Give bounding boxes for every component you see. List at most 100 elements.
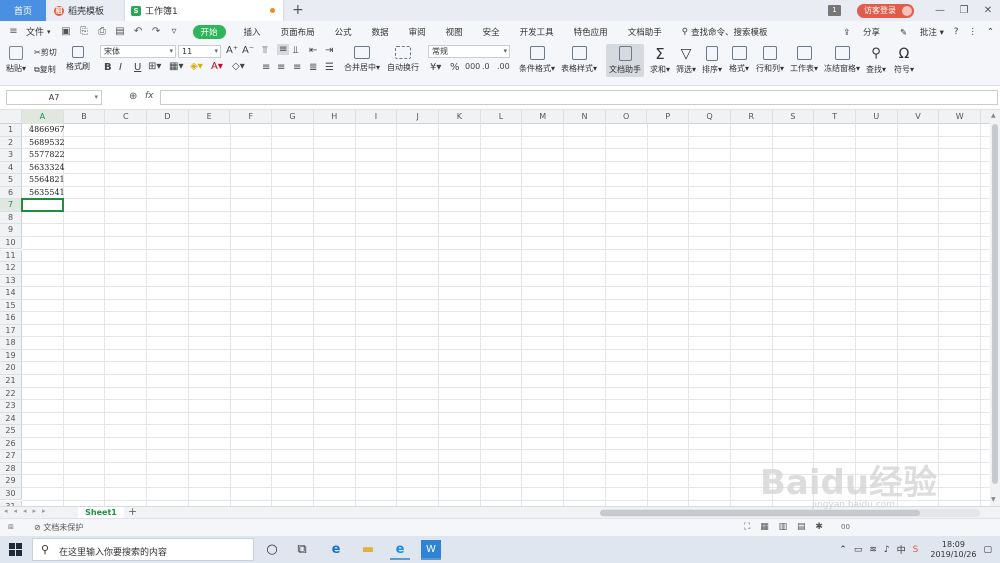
indent-increase-icon[interactable]: ⇥ — [325, 45, 333, 56]
horizontal-scroll-thumb[interactable] — [600, 510, 920, 516]
print-preview-icon[interactable]: ▤ — [115, 26, 126, 37]
decrease-decimal-icon[interactable]: .00 — [497, 62, 510, 71]
font-color-icon[interactable]: A▾ — [211, 61, 223, 72]
column-header-j[interactable]: J — [397, 110, 439, 124]
row-header-21[interactable]: 21 — [0, 375, 22, 388]
restore-icon[interactable]: ❐ — [952, 5, 976, 16]
row-header-8[interactable]: 8 — [0, 211, 22, 225]
row-header-11[interactable]: 11 — [0, 249, 22, 263]
column-header-d[interactable]: D — [147, 110, 189, 124]
row-header-13[interactable]: 13 — [0, 274, 22, 288]
align-middle-icon[interactable]: ≡ — [277, 44, 290, 55]
formula-input[interactable] — [160, 90, 998, 105]
align-left-icon[interactable]: ≡ — [262, 62, 270, 73]
minimize-icon[interactable]: — — [928, 5, 952, 16]
cell-a5[interactable]: 5564821 — [22, 174, 65, 187]
ie-browser-icon[interactable]: e — [390, 540, 410, 560]
number-format-select[interactable]: 常规 — [428, 45, 510, 58]
italic-icon[interactable]: I — [119, 62, 122, 73]
column-header-v[interactable]: V — [898, 110, 940, 124]
system-clock[interactable]: 18:09 2019/10/26 — [930, 540, 976, 560]
undo-icon[interactable]: ↶ — [133, 26, 144, 37]
menu-formula[interactable]: 公式 — [335, 26, 352, 38]
add-sheet-plus-icon[interactable]: + — [128, 505, 137, 518]
row-header-27[interactable]: 27 — [0, 450, 22, 463]
row-header-19[interactable]: 19 — [0, 349, 22, 363]
justify-icon[interactable]: ≣ — [309, 62, 317, 73]
row-header-10[interactable]: 10 — [0, 236, 22, 250]
guest-login-button[interactable]: 访客登录 — [857, 3, 914, 18]
active-cell-cursor[interactable] — [21, 198, 64, 212]
menu-insert[interactable]: 插入 — [244, 26, 261, 38]
row-header-1[interactable]: 1 — [0, 124, 22, 137]
column-header-p[interactable]: P — [648, 110, 690, 124]
row-header-2[interactable]: 2 — [0, 136, 22, 150]
font-size-select[interactable]: 11 — [178, 45, 221, 58]
column-header-l[interactable]: L — [481, 110, 523, 124]
menu-developer[interactable]: 开发工具 — [520, 26, 554, 38]
doc-helper-button[interactable]: 文档助手 — [606, 44, 644, 77]
file-menu[interactable]: ≡ 文件 ▾ — [8, 25, 50, 38]
column-header-b[interactable]: B — [64, 110, 106, 124]
row-header-16[interactable]: 16 — [0, 312, 22, 325]
task-view-icon[interactable]: ⧉ — [292, 540, 312, 560]
row-header-22[interactable]: 22 — [0, 387, 22, 401]
column-header-s[interactable]: S — [773, 110, 815, 124]
row-header-25[interactable]: 25 — [0, 425, 22, 438]
table-style-button[interactable]: 表格样式▾ — [561, 46, 597, 74]
worksheet-button[interactable]: 工作表▾ — [790, 46, 818, 74]
cell-a1[interactable]: 4866967 — [22, 124, 65, 137]
column-header-t[interactable]: T — [814, 110, 856, 124]
fill-color-icon[interactable]: ◈▾ — [190, 61, 203, 72]
fill-pattern-icon[interactable]: ▦▾ — [169, 61, 183, 72]
row-header-23[interactable]: 23 — [0, 400, 22, 413]
zoom-lookup-icon[interactable]: ⊕ — [129, 91, 137, 102]
thousands-icon[interactable]: 000 — [465, 62, 480, 71]
align-right-icon[interactable]: ≡ — [293, 62, 301, 73]
row-header-5[interactable]: 5 — [0, 174, 22, 187]
row-header-28[interactable]: 28 — [0, 462, 22, 476]
file-explorer-icon[interactable]: ▬ — [358, 540, 378, 560]
symbol-button[interactable]: Ω 符号▾ — [894, 46, 914, 75]
windows-start-icon[interactable] — [9, 543, 22, 556]
zoom-value[interactable]: 00 — [841, 523, 850, 531]
row-col-button[interactable]: 行和列▾ — [756, 46, 784, 74]
column-header-m[interactable]: M — [522, 110, 565, 124]
clear-format-icon[interactable]: ◇▾ — [232, 61, 245, 72]
save-icon[interactable]: ▣ — [61, 26, 72, 37]
row-header-14[interactable]: 14 — [0, 287, 22, 300]
select-all-corner[interactable] — [0, 110, 22, 124]
column-header-c[interactable]: C — [105, 110, 148, 124]
share-button[interactable]: ⇪ 分享 — [833, 26, 880, 38]
increase-decimal-icon[interactable]: .0 — [482, 62, 490, 71]
freeze-panes-button[interactable]: 冻结窗格▾ — [824, 46, 860, 74]
column-header-e[interactable]: E — [189, 110, 231, 124]
more-icon[interactable]: ⋮ — [968, 27, 977, 37]
font-name-select[interactable]: 宋体 — [100, 45, 176, 58]
row-header-20[interactable]: 20 — [0, 362, 22, 375]
volume-icon[interactable]: ♪ — [884, 545, 890, 555]
wps-office-icon[interactable]: W — [421, 540, 441, 560]
row-header-9[interactable]: 9 — [0, 224, 22, 237]
scroll-up-icon[interactable]: ▲ — [991, 112, 996, 119]
column-header-o[interactable]: O — [606, 110, 648, 124]
currency-icon[interactable]: ¥▾ — [430, 62, 441, 73]
column-header-h[interactable]: H — [314, 110, 356, 124]
horizontal-scrollbar[interactable] — [600, 509, 980, 517]
format-button[interactable]: 格式▾ — [729, 46, 749, 74]
column-header-i[interactable]: I — [356, 110, 398, 124]
taskbar-search-box[interactable]: ⚲ 在这里输入你要搜索的内容 — [32, 538, 254, 561]
column-header-g[interactable]: G — [272, 110, 314, 124]
row-header-29[interactable]: 29 — [0, 475, 22, 488]
cell-a2[interactable]: 5689532 — [22, 137, 65, 150]
collapse-ribbon-icon[interactable]: ⌃ — [987, 27, 994, 37]
sheet-nav-arrows-icon[interactable]: ◂◂◂▸▸ — [4, 507, 52, 515]
normal-view-icon[interactable]: ▦ — [760, 522, 769, 532]
protection-status[interactable]: ⊘ 文档未保护 — [34, 522, 83, 533]
scroll-down-icon[interactable]: ▼ — [991, 496, 996, 503]
reading-icon[interactable]: ✱ — [815, 522, 823, 532]
comment-button[interactable]: ✎ 批注 ▾ — [890, 26, 944, 38]
underline-icon[interactable]: U — [134, 62, 141, 73]
decrease-font-icon[interactable]: A⁻ — [242, 45, 254, 56]
increase-font-icon[interactable]: A⁺ — [226, 45, 238, 56]
